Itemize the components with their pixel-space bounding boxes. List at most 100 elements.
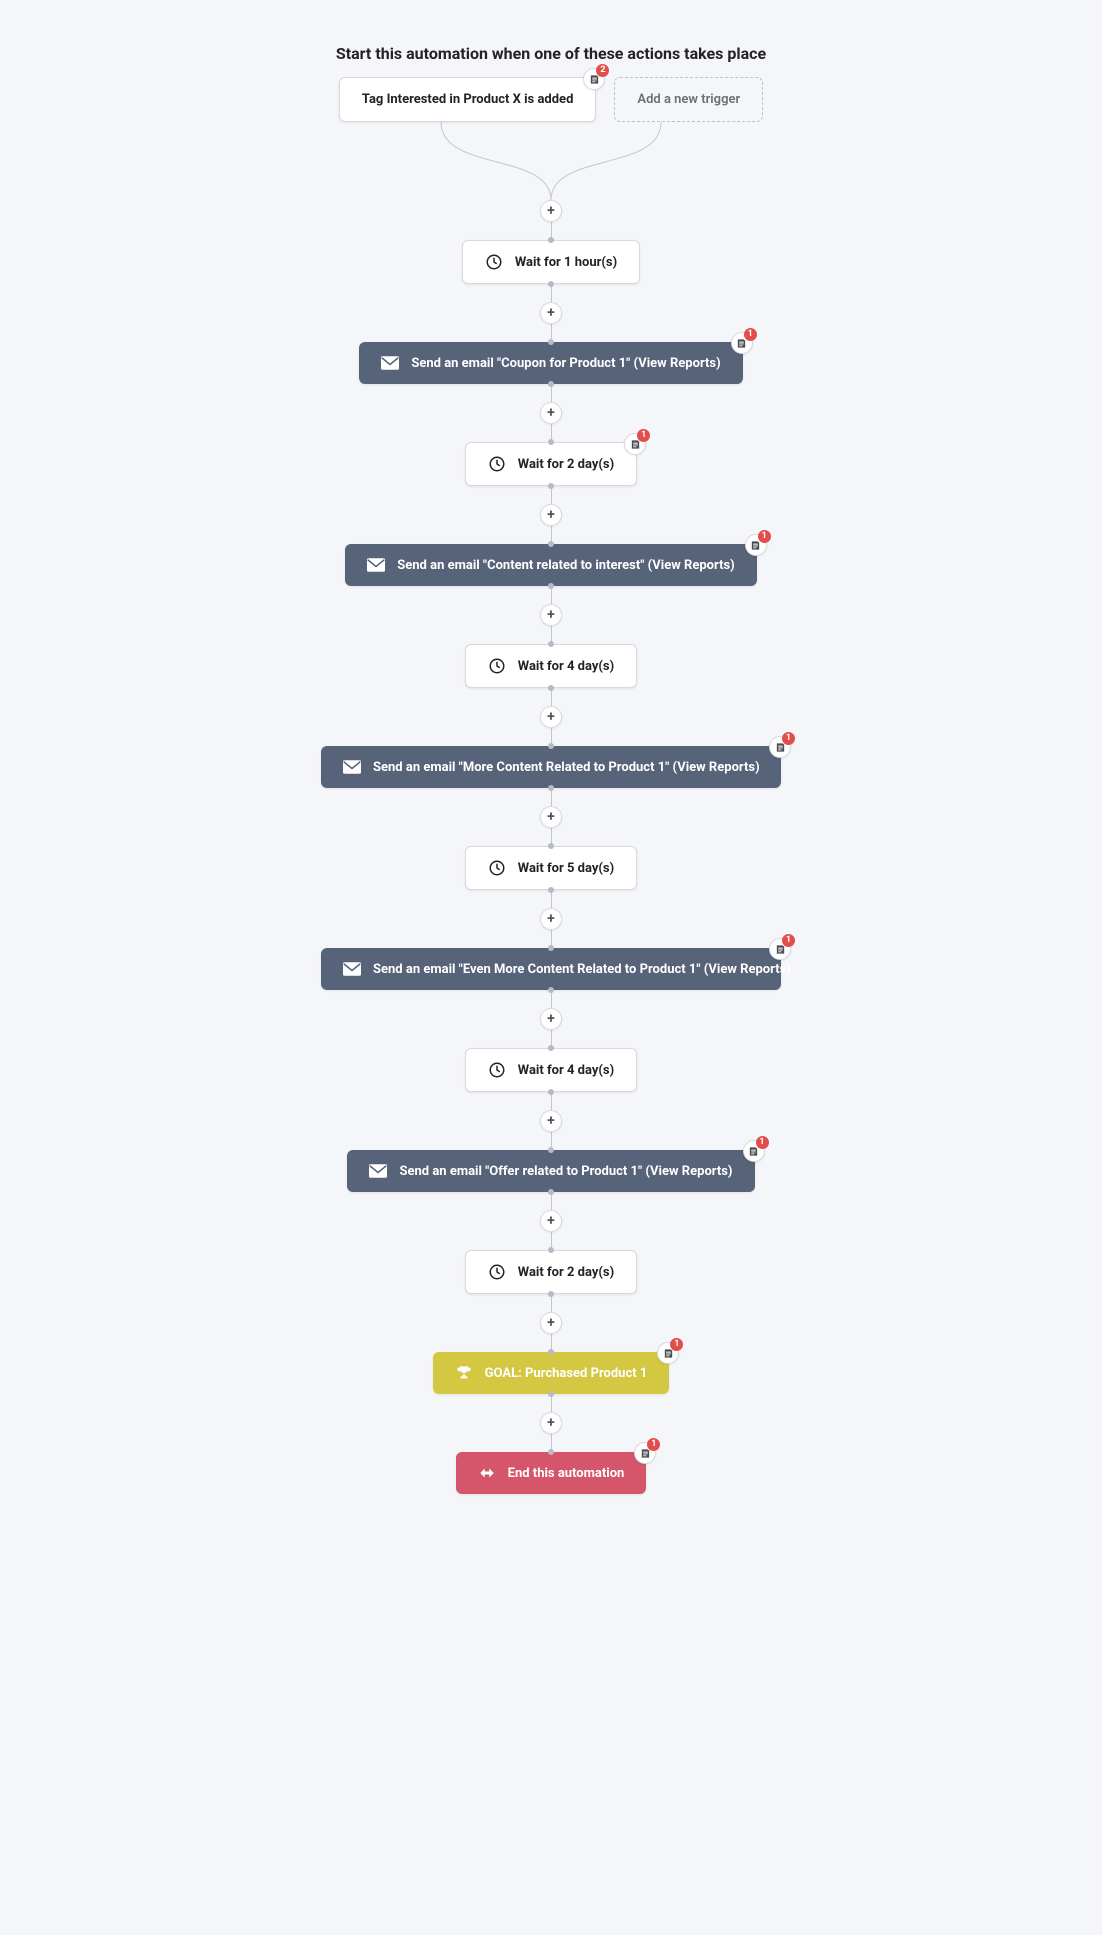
note-count: 1	[744, 328, 757, 341]
trigger-row: Tag Interested in Product X is added 2 A…	[0, 77, 1102, 122]
connector-dot	[548, 381, 554, 387]
mail-icon	[369, 1162, 387, 1180]
connector-dot	[548, 1189, 554, 1195]
mail-icon	[343, 960, 361, 978]
node-label: Send an email "Coupon for Product 1" (Vi…	[411, 356, 720, 371]
add-step-button[interactable]: +	[540, 806, 562, 828]
add-trigger-label: Add a new trigger	[637, 92, 740, 107]
wait-node[interactable]: Wait for 5 day(s)	[465, 846, 637, 890]
clock-icon	[488, 1061, 506, 1079]
connector-dot	[548, 1449, 554, 1455]
wait-node[interactable]: Wait for 4 day(s)	[465, 1048, 637, 1092]
add-step-button[interactable]: +	[540, 402, 562, 424]
note-count: 1	[637, 429, 650, 442]
email-node[interactable]: Send an email "Coupon for Product 1" (Vi…	[359, 342, 742, 384]
note-badge[interactable]: 1	[634, 1442, 656, 1464]
node-label: End this automation	[508, 1466, 625, 1481]
node-label: Send an email "More Content Related to P…	[373, 760, 760, 775]
plus-icon: +	[547, 810, 555, 824]
automation-canvas: Start this automation when one of these …	[0, 0, 1102, 1935]
note-badge[interactable]: 1	[769, 938, 791, 960]
connector-dot	[548, 685, 554, 691]
note-count: 1	[758, 530, 771, 543]
connector-dot	[548, 1147, 554, 1153]
clock-icon	[485, 253, 503, 271]
node-label: Wait for 2 day(s)	[518, 457, 614, 472]
connector-dot	[548, 641, 554, 647]
connector-dot	[548, 743, 554, 749]
node-label: Wait for 2 day(s)	[518, 1265, 614, 1280]
node-label: Wait for 4 day(s)	[518, 1063, 614, 1078]
trigger-node[interactable]: Tag Interested in Product X is added 2	[339, 77, 597, 122]
wait-node[interactable]: Wait for 1 hour(s)	[462, 240, 640, 284]
email-node[interactable]: Send an email "Even More Content Related…	[321, 948, 781, 990]
plus-icon: +	[547, 406, 555, 420]
connector-dot	[548, 1291, 554, 1297]
merge-connector	[371, 122, 731, 200]
connector-dot	[548, 1045, 554, 1051]
add-step-button[interactable]: +	[540, 1412, 562, 1434]
connector-dot	[548, 339, 554, 345]
note-count: 1	[782, 934, 795, 947]
note-badge[interactable]: 1	[731, 332, 753, 354]
connector-dot	[548, 237, 554, 243]
connector-dot	[548, 281, 554, 287]
add-step-button[interactable]: +	[540, 504, 562, 526]
note-count: 2	[596, 64, 609, 77]
note-count: 1	[782, 732, 795, 745]
email-node[interactable]: Send an email "Offer related to Product …	[347, 1150, 754, 1192]
email-node[interactable]: Send an email "More Content Related to P…	[321, 746, 781, 788]
add-step-button[interactable]: +	[540, 604, 562, 626]
add-step-button[interactable]: +	[540, 908, 562, 930]
plus-icon: +	[547, 1316, 555, 1330]
plus-icon: +	[547, 608, 555, 622]
plus-icon: +	[547, 1214, 555, 1228]
node-label: Wait for 5 day(s)	[518, 861, 614, 876]
wait-node[interactable]: Wait for 4 day(s)	[465, 644, 637, 688]
goal-node[interactable]: GOAL: Purchased Product 11	[433, 1352, 670, 1394]
note-badge[interactable]: 2	[583, 68, 605, 90]
node-label: Wait for 4 day(s)	[518, 659, 614, 674]
add-step-button[interactable]: +	[540, 1008, 562, 1030]
note-badge[interactable]: 1	[657, 1342, 679, 1364]
plus-icon: +	[547, 306, 555, 320]
connector-dot	[548, 583, 554, 589]
email-node[interactable]: Send an email "Content related to intere…	[345, 544, 757, 586]
add-step-button[interactable]: +	[540, 1110, 562, 1132]
clock-icon	[488, 657, 506, 675]
plus-icon: +	[547, 1012, 555, 1026]
wait-node[interactable]: Wait for 2 day(s)	[465, 1250, 637, 1294]
connector-dot	[548, 1089, 554, 1095]
note-badge[interactable]: 1	[624, 433, 646, 455]
add-step-button[interactable]: +	[540, 1312, 562, 1334]
canvas-heading: Start this automation when one of these …	[0, 44, 1102, 63]
end-node[interactable]: End this automation1	[456, 1452, 647, 1494]
note-badge[interactable]: 1	[769, 736, 791, 758]
mail-icon	[367, 556, 385, 574]
add-step-button[interactable]: +	[540, 200, 562, 222]
add-step-button[interactable]: +	[540, 706, 562, 728]
add-trigger-button[interactable]: Add a new trigger	[614, 77, 763, 122]
add-step-button[interactable]: +	[540, 302, 562, 324]
trigger-label: Tag Interested in Product X is added	[362, 92, 574, 107]
add-step-button[interactable]: +	[540, 1210, 562, 1232]
wait-node[interactable]: Wait for 2 day(s)1	[465, 442, 637, 486]
note-badge[interactable]: 1	[743, 1140, 765, 1162]
note-count: 1	[670, 1338, 683, 1351]
plus-icon: +	[547, 710, 555, 724]
connector-dot	[548, 945, 554, 951]
plus-icon: +	[547, 508, 555, 522]
mail-icon	[343, 758, 361, 776]
plus-icon: +	[547, 1416, 555, 1430]
flow-column: + Wait for 1 hour(s) + Send an email "Coupo…	[0, 200, 1102, 1494]
node-label: Send an email "Offer related to Product …	[399, 1164, 732, 1179]
clock-icon	[488, 455, 506, 473]
node-label: Send an email "Content related to intere…	[397, 558, 735, 573]
end-icon	[478, 1464, 496, 1482]
connector-dot	[548, 887, 554, 893]
connector-dot	[548, 987, 554, 993]
connector-dot	[548, 1391, 554, 1397]
connector-dot	[548, 541, 554, 547]
trophy-icon	[455, 1364, 473, 1382]
note-badge[interactable]: 1	[745, 534, 767, 556]
